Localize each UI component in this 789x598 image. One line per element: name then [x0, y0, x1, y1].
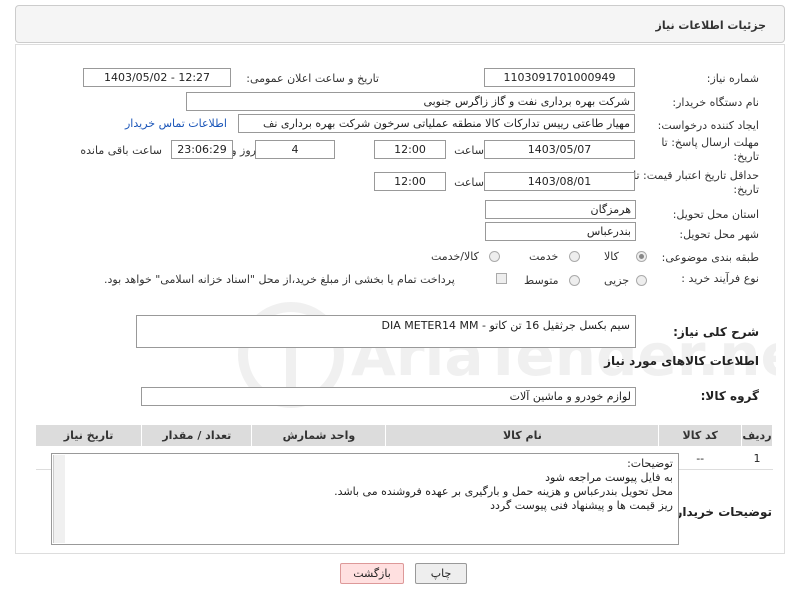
remaining-label: ساعت باقی مانده [80, 144, 162, 157]
price-date-field: 1403/08/01 [484, 172, 635, 191]
price-time-field: 12:00 [374, 172, 446, 191]
category-service-label: خدمت [529, 250, 559, 263]
form-area: AriaTender.neT شماره نیاز: 1103091701000… [15, 44, 785, 554]
process-label: نوع فرآیند خرید : [681, 272, 759, 285]
page-title: جزئیات اطلاعات نیاز [655, 19, 767, 32]
reply-time-field: 12:00 [374, 140, 446, 159]
process-radio-minor[interactable] [636, 275, 647, 286]
category-both-label: کالا/خدمت [431, 250, 479, 263]
table-header-row: ردیف کد کالا نام کالا واحد شمارش تعداد /… [34, 424, 774, 447]
back-button[interactable]: بازگشت [340, 563, 404, 584]
goods-section-title: اطلاعات کالاهای مورد نیاز [604, 354, 759, 368]
province-field: هرمزگان [485, 200, 636, 219]
col-code: کد کالا [658, 424, 742, 447]
need-number-label: شماره نیاز: [706, 72, 759, 85]
price-validity-label: حداقل تاریخ اعتبار قیمت: تا تاریخ: [633, 169, 759, 196]
category-radio-service[interactable] [569, 251, 580, 262]
goods-group-field: لوازم خودرو و ماشین آلات [141, 387, 636, 406]
buyer-notes-field: توضیحات: به فایل پیوست مراجعه شود محل تح… [51, 453, 679, 545]
announce-label: تاریخ و ساعت اعلان عمومی: [246, 72, 379, 85]
buyer-notes-line: توضیحات: [627, 457, 673, 470]
reply-deadline-label: مهلت ارسال پاسخ: تا تاریخ: [661, 136, 759, 163]
buyer-notes-line: ریز قیمت ها و پیشنهاد فنی پیوست گردد [490, 499, 673, 512]
buyer-notes-line: محل تحویل بندرعباس و هزینه حمل و بارگیری… [334, 485, 673, 498]
category-radio-goods[interactable] [636, 251, 647, 262]
col-row: ردیف [740, 424, 774, 447]
contact-link[interactable]: اطلاعات تماس خریدار [125, 117, 227, 130]
announce-field: 1403/05/02 - 12:27 [83, 68, 231, 87]
price-time-label: ساعت [454, 176, 484, 189]
description-label: شرح کلی نیاز: [673, 325, 759, 339]
buyer-notes-label: توضیحات خریدار: [670, 505, 772, 519]
reply-date-field: 1403/05/07 [484, 140, 635, 159]
city-field: بندرعباس [485, 222, 636, 241]
remaining-time-field: 23:06:29 [171, 140, 233, 159]
description-field: سیم بکسل جرثقیل 16 تن کاتو - DIA METER14… [136, 315, 636, 348]
buyer-org-field: شرکت بهره برداری نفت و گاز زاگرس جنوبی [186, 92, 635, 111]
process-minor-label: جزیی [604, 274, 630, 287]
days-field: 4 [255, 140, 335, 159]
creator-label: ایجاد کننده درخواست: [657, 119, 759, 132]
header-panel: جزئیات اطلاعات نیاز [15, 5, 785, 43]
need-number-field: 1103091701000949 [484, 68, 635, 87]
col-name: نام کالا [385, 424, 660, 447]
process-radio-medium[interactable] [569, 275, 580, 286]
category-radio-both[interactable] [489, 251, 500, 262]
col-unit: واحد شمارش [251, 424, 387, 447]
days-label: روز و [231, 144, 256, 157]
province-label: استان محل تحویل: [672, 208, 759, 221]
col-need-date: تاریخ نیاز [34, 424, 143, 447]
creator-field: مهیار طاعتی رییس تدارکات کالا منطقه عملی… [238, 114, 635, 133]
goods-group-label: گروه کالا: [700, 389, 759, 403]
process-medium-label: متوسط [524, 274, 559, 287]
category-label: طبقه بندی موضوعی: [661, 251, 759, 264]
buyer-notes-scrollbar[interactable] [53, 455, 65, 543]
col-quantity: تعداد / مقدار [141, 424, 253, 447]
print-button[interactable]: چاپ [415, 563, 467, 584]
category-goods-label: کالا [604, 250, 619, 263]
treasury-checkbox[interactable] [496, 273, 507, 284]
reply-time-label: ساعت [454, 144, 484, 157]
city-label: شهر محل تحویل: [679, 228, 759, 241]
process-note: پرداخت تمام یا بخشی از مبلغ خرید،از محل … [104, 273, 455, 286]
buyer-notes-line: به فایل پیوست مراجعه شود [545, 471, 673, 484]
cell-row: 1 [741, 446, 773, 470]
buyer-org-label: نام دستگاه خریدار: [672, 96, 759, 109]
